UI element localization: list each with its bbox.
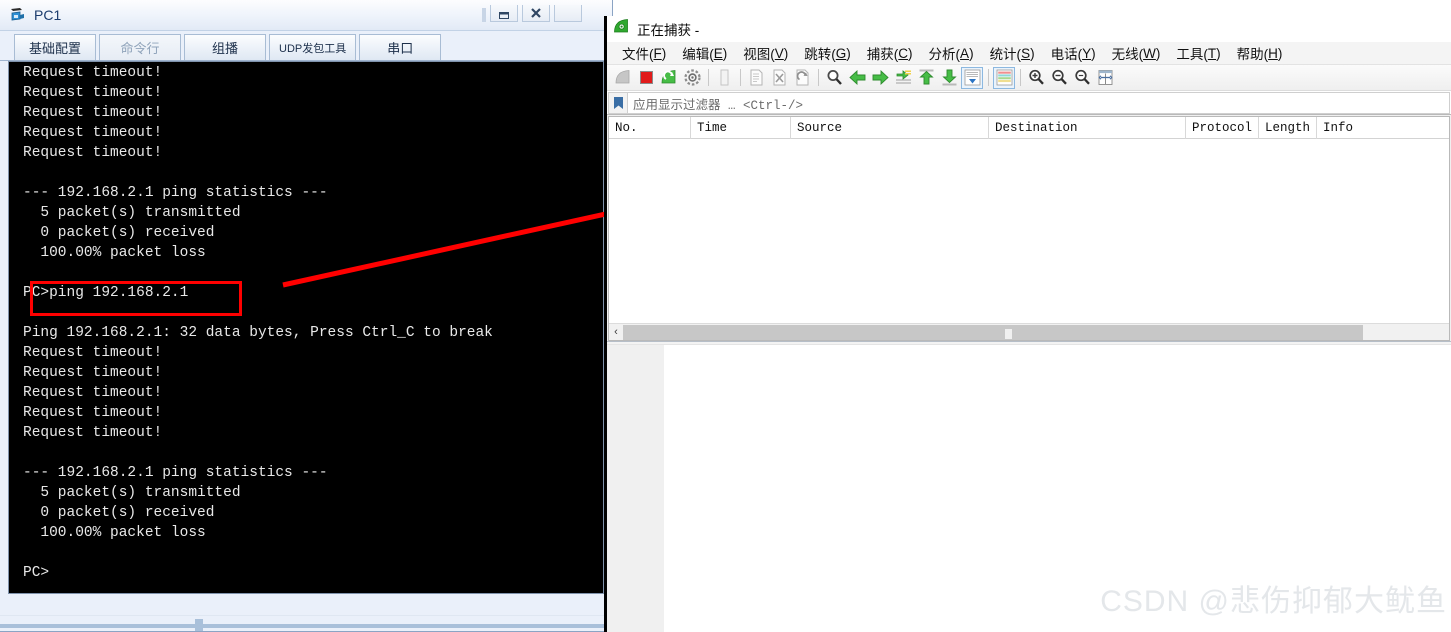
toolbar-separator: [708, 69, 709, 86]
tab-command-line[interactable]: 命令行: [99, 34, 181, 60]
start-capture-icon[interactable]: [612, 67, 634, 89]
minimize-button[interactable]: [490, 5, 518, 22]
auto-scroll-icon[interactable]: [961, 66, 983, 89]
pc1-window: PC1 基础配置 命令行 组播 UDP发包工具 串口 Request timeo…: [0, 0, 613, 632]
column-header-source[interactable]: Source: [791, 116, 989, 139]
column-header-length[interactable]: Length: [1259, 116, 1317, 139]
filter-bookmark-icon[interactable]: [608, 92, 628, 114]
menu-telephony[interactable]: 电话(Y): [1043, 43, 1104, 64]
column-label: Length: [1265, 120, 1311, 135]
colorize-packets-icon[interactable]: [993, 66, 1015, 89]
column-header-protocol[interactable]: Protocol: [1186, 116, 1259, 139]
column-label: No.: [615, 120, 638, 135]
column-label: Protocol: [1192, 120, 1253, 135]
zoom-reset-icon[interactable]: [1071, 67, 1093, 89]
menu-analyze[interactable]: 分析(A): [921, 43, 982, 64]
close-button[interactable]: [522, 5, 550, 22]
scrollbar-thumb-grip: [1005, 329, 1012, 339]
save-file-icon[interactable]: [745, 67, 767, 89]
close-file-icon[interactable]: [768, 67, 790, 89]
menu-help[interactable]: 帮助(H): [1229, 43, 1291, 64]
column-header-destination[interactable]: Destination: [989, 116, 1186, 139]
toolbar-separator: [818, 69, 819, 86]
go-to-first-packet-icon[interactable]: [915, 67, 937, 89]
go-forward-icon[interactable]: [869, 67, 891, 89]
menu-view[interactable]: 视图(V): [735, 43, 796, 64]
toolbar-separator: [988, 69, 989, 86]
wireshark-window: 正在捕获 - 文件(F) 编辑(E) 视图(V) 跳转(G) 捕获(C) 分析(…: [604, 16, 1451, 632]
menu-edit[interactable]: 编辑(E): [674, 43, 735, 64]
packet-list-horizontal-scrollbar[interactable]: ‹: [609, 323, 1449, 340]
scrollbar-thumb[interactable]: [623, 325, 1363, 340]
scrollbar-track[interactable]: [623, 324, 1449, 340]
display-filter-bar: 应用显示过滤器 … <Ctrl-/>: [607, 91, 1451, 115]
tab-label: 串口: [387, 41, 414, 56]
column-label: Source: [797, 120, 843, 135]
pc1-title-label: PC1: [34, 7, 62, 23]
go-back-icon[interactable]: [846, 67, 868, 89]
find-packet-icon[interactable]: [823, 67, 845, 89]
pc1-window-controls: [482, 0, 612, 22]
pc1-statusbar: [0, 615, 612, 631]
pc1-titlebar[interactable]: PC1: [0, 0, 612, 31]
pc1-console-container: Request timeout! Request timeout! Reques…: [0, 61, 612, 615]
tab-udp-packet-tool[interactable]: UDP发包工具: [269, 34, 357, 60]
pc-device-icon: [9, 6, 27, 24]
column-label: Time: [697, 120, 728, 135]
packet-list-pane[interactable]: No. Time Source Destination Protocol Len…: [608, 116, 1450, 341]
wireshark-titlebar[interactable]: 正在捕获 -: [607, 16, 1451, 42]
window-control-extra[interactable]: [554, 5, 582, 22]
packet-list-rows[interactable]: [609, 139, 1449, 323]
wireshark-title-label: 正在捕获 -: [637, 23, 700, 38]
column-label: Destination: [995, 120, 1078, 135]
display-filter-input[interactable]: 应用显示过滤器 … <Ctrl-/>: [628, 92, 1450, 114]
pc1-tab-strip: 基础配置 命令行 组播 UDP发包工具 串口: [0, 31, 612, 61]
wireshark-fin-icon: [613, 18, 630, 40]
menu-capture[interactable]: 捕获(C): [859, 43, 921, 64]
reload-file-icon[interactable]: [791, 67, 813, 89]
zoom-in-icon[interactable]: [1025, 67, 1047, 89]
column-header-no[interactable]: No.: [609, 116, 691, 139]
packet-list-column-header: No. Time Source Destination Protocol Len…: [609, 116, 1449, 139]
scroll-left-arrow-icon[interactable]: ‹: [609, 324, 623, 341]
pc1-terminal-output: Request timeout! Request timeout! Reques…: [23, 65, 493, 581]
restart-capture-icon[interactable]: [658, 67, 680, 89]
packet-details-pane[interactable]: [607, 341, 664, 632]
menu-tools[interactable]: 工具(T): [1168, 43, 1228, 64]
tab-label: 命令行: [120, 41, 160, 56]
menu-file[interactable]: 文件(F): [614, 43, 674, 64]
capture-options-gear-icon[interactable]: [681, 67, 703, 89]
filter-placeholder-text: 应用显示过滤器 … <Ctrl-/>: [633, 98, 804, 113]
pc1-terminal[interactable]: Request timeout! Request timeout! Reques…: [8, 61, 604, 594]
wireshark-menubar: 文件(F) 编辑(E) 视图(V) 跳转(G) 捕获(C) 分析(A) 统计(S…: [607, 42, 1451, 65]
go-to-last-packet-icon[interactable]: [938, 67, 960, 89]
csdn-watermark: CSDN @悲伤抑郁大鱿鱼: [1100, 585, 1447, 618]
go-to-packet-icon[interactable]: [892, 67, 914, 89]
column-label: Info: [1323, 120, 1354, 135]
tab-label: UDP发包工具: [279, 42, 347, 55]
menu-go[interactable]: 跳转(G): [796, 43, 859, 64]
zoom-out-icon[interactable]: [1048, 67, 1070, 89]
wireshark-toolbar: [607, 65, 1451, 91]
toolbar-separator: [1020, 69, 1021, 86]
tab-label: 组播: [211, 41, 238, 56]
column-header-time[interactable]: Time: [691, 116, 791, 139]
pc1-bottom-tab-marker: [195, 619, 203, 631]
window-control-spacer: [482, 8, 486, 22]
tab-serial-port[interactable]: 串口: [359, 34, 442, 60]
menu-wireless[interactable]: 无线(W): [1104, 43, 1169, 64]
open-file-icon[interactable]: [713, 67, 735, 89]
toolbar-separator: [740, 69, 741, 86]
tab-multicast[interactable]: 组播: [184, 34, 266, 60]
pane-divider[interactable]: [607, 341, 1451, 345]
resize-columns-icon[interactable]: [1094, 67, 1116, 89]
tab-basic-config[interactable]: 基础配置: [14, 34, 96, 60]
tab-label: 基础配置: [28, 41, 81, 56]
stop-capture-icon[interactable]: [635, 67, 657, 89]
column-header-info[interactable]: Info: [1317, 117, 1437, 139]
menu-statistics[interactable]: 统计(S): [982, 43, 1043, 64]
